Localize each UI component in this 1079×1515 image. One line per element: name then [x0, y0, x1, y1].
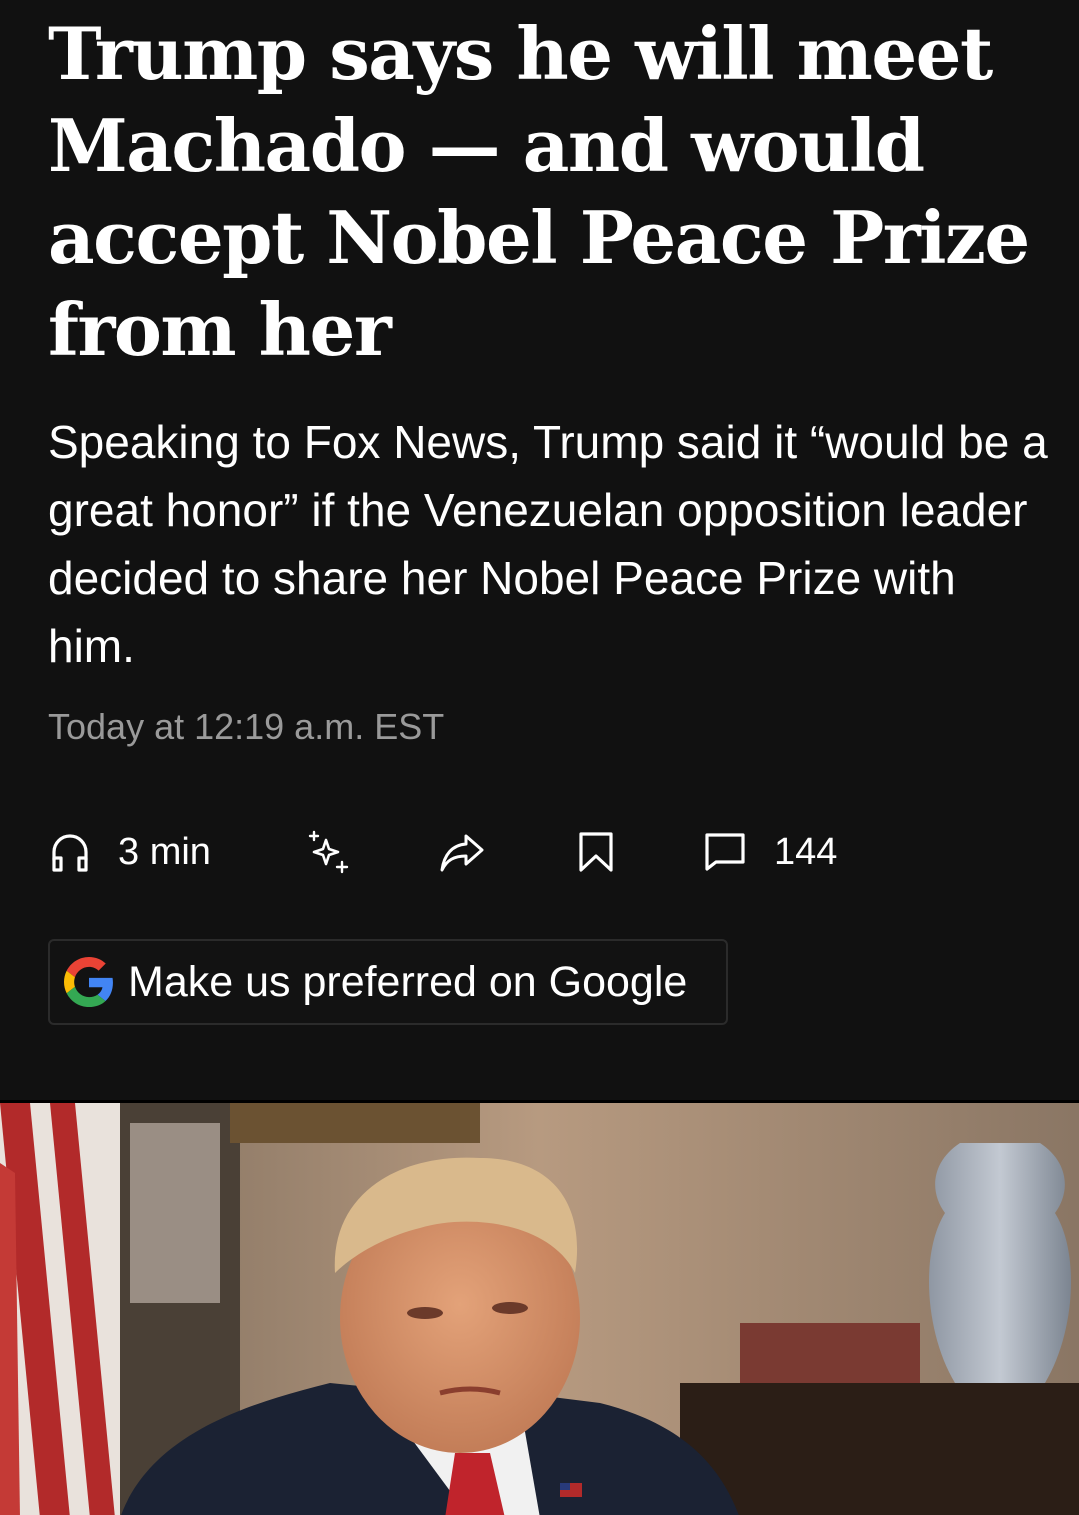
article-action-bar: 3 min 144	[48, 820, 1048, 884]
comments-button[interactable]: 144	[704, 820, 837, 884]
google-preferred-label: Make us preferred on Google	[128, 957, 688, 1006]
share-arrow-icon	[440, 834, 484, 872]
google-g-icon	[64, 957, 113, 1007]
ai-summary-button[interactable]	[304, 820, 352, 884]
article-lead-image	[0, 1100, 1079, 1515]
google-preferred-button[interactable]: Make us preferred on Google	[48, 939, 728, 1025]
article-headline: Trump says he will meet Machado — and wo…	[48, 11, 1030, 372]
share-button[interactable]	[438, 820, 486, 884]
article-timestamp: Today at 12:19 a.m. EST	[48, 706, 445, 747]
listen-duration: 3 min	[118, 830, 211, 873]
headphones-icon	[52, 834, 88, 872]
comment-icon	[705, 833, 745, 871]
article-dek: Speaking to Fox News, Trump said it “wou…	[48, 416, 1048, 672]
comments-count: 144	[774, 830, 838, 873]
bookmark-button[interactable]	[576, 820, 616, 884]
listen-button[interactable]: 3 min	[48, 820, 211, 884]
sparkles-icon	[308, 830, 349, 874]
bookmark-icon	[579, 832, 613, 872]
